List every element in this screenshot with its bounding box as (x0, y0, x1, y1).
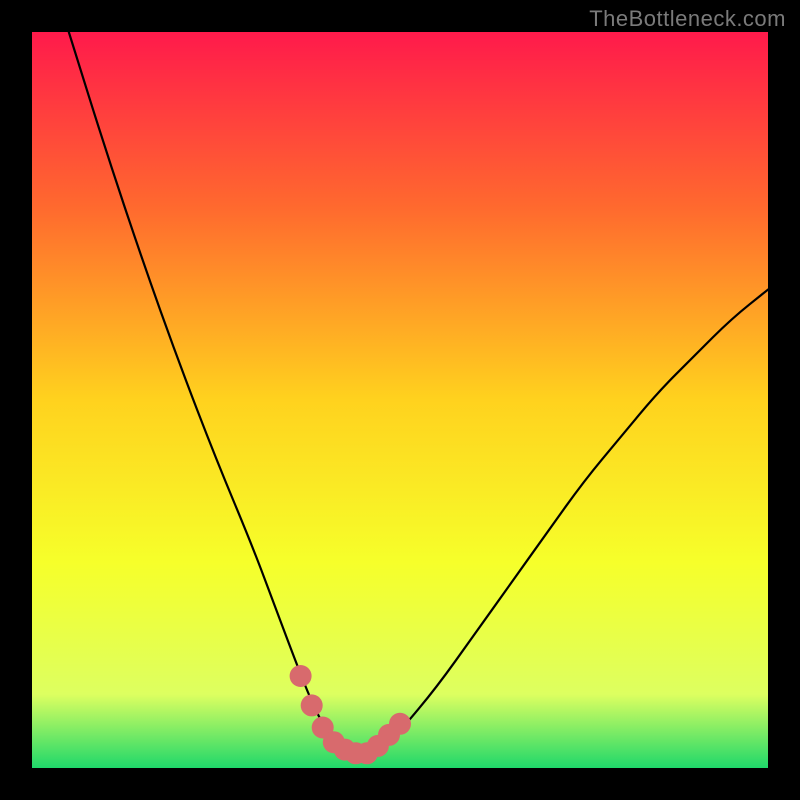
highlight-dot (301, 694, 323, 716)
plot-area (32, 32, 768, 768)
highlight-dot (290, 665, 312, 687)
highlight-dot (389, 713, 411, 735)
watermark-text: TheBottleneck.com (589, 6, 786, 32)
bottleneck-chart (32, 32, 768, 768)
chart-frame: TheBottleneck.com (0, 0, 800, 800)
gradient-background (32, 32, 768, 768)
